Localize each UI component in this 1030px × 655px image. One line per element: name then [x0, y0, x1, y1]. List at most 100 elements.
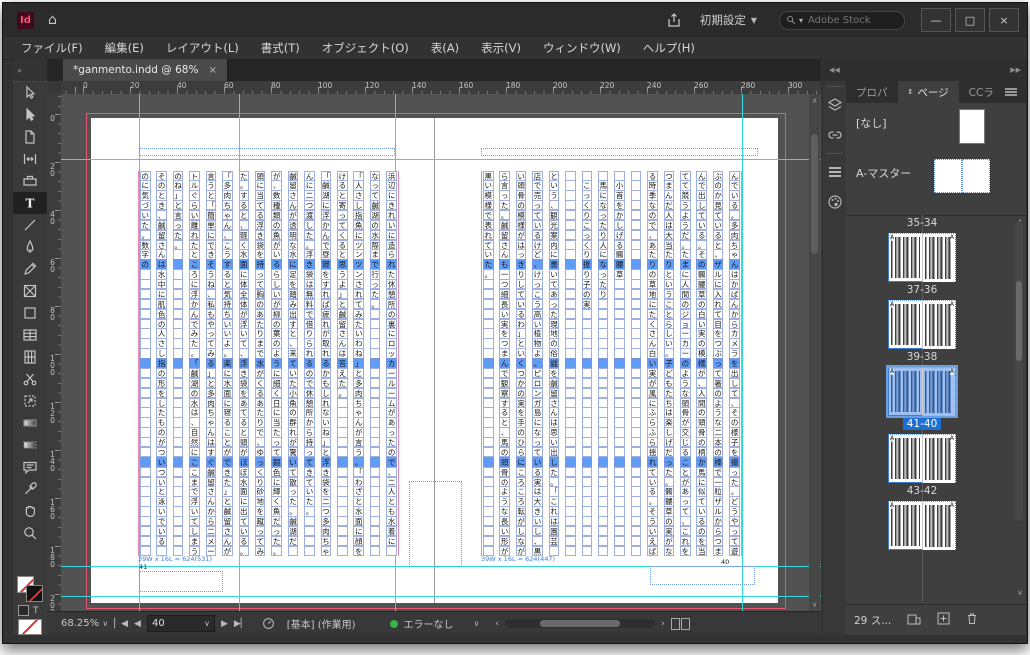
master-none-label[interactable]: [なし] — [856, 115, 887, 131]
tool-pencil[interactable] — [13, 258, 47, 280]
formatting-container-icon[interactable] — [18, 605, 29, 616]
tool-eyedropper[interactable] — [13, 478, 47, 500]
tool-type[interactable]: T — [13, 192, 47, 214]
master-a-label[interactable]: A-マスター — [856, 165, 911, 181]
preflight-profile[interactable]: [基本] (作業用) — [287, 616, 356, 631]
document-tab[interactable]: *ganmento.indd @ 68% × — [63, 59, 228, 81]
scroll-up-icon[interactable]: ∧ — [809, 96, 820, 105]
home-icon[interactable]: ⌂ — [48, 12, 57, 28]
empty-text-frame[interactable] — [409, 481, 462, 567]
scrollbar-thumb[interactable] — [1016, 281, 1022, 361]
next-page-button[interactable]: ▶ — [221, 619, 228, 629]
panel-menu-icon[interactable] — [1004, 81, 1026, 103]
tool-hand[interactable] — [13, 500, 47, 522]
header-text-frame[interactable] — [481, 148, 758, 156]
tool-line[interactable] — [13, 214, 47, 236]
spread-label[interactable]: 37-36 — [846, 284, 998, 296]
vertical-ruler[interactable]: 020406080100120140160180200 — [47, 94, 62, 611]
minimize-button[interactable]: — — [921, 8, 951, 32]
preflight-menu-icon[interactable]: ∨ — [474, 619, 480, 628]
menu-item-7[interactable]: ウィンドウ(W) — [543, 40, 621, 56]
menu-item-3[interactable]: 書式(T) — [261, 40, 300, 56]
prev-page-button[interactable]: ◀ — [134, 619, 141, 629]
spread-thumbnail[interactable]: AA — [888, 367, 956, 416]
horizontal-scrollbar[interactable] — [505, 619, 655, 628]
edit-page-size-icon[interactable] — [907, 613, 921, 628]
spread-label[interactable]: 43-42 — [846, 485, 998, 497]
menu-item-2[interactable]: レイアウト(L) — [166, 40, 239, 56]
tab-properties[interactable]: プロパ — [846, 81, 898, 103]
close-button[interactable]: × — [989, 8, 1019, 32]
guide-vertical[interactable] — [742, 94, 743, 611]
tool-rectangle[interactable] — [13, 302, 47, 324]
new-page-icon[interactable] — [937, 612, 950, 628]
vertical-scrollbar[interactable]: ∧ ∨ — [809, 94, 820, 611]
spread-thumbnail[interactable]: AA — [888, 233, 956, 282]
spread-thumbnail[interactable]: AA — [888, 434, 956, 483]
document-canvas[interactable]: 浜辺にきれいに造られた休憩所の裏にロッカールームがあったので、二人とも水着になっ… — [61, 94, 821, 611]
header-text-frame[interactable] — [139, 148, 395, 156]
formatting-text-icon[interactable]: T — [33, 606, 39, 616]
frame-grid-right-page[interactable]: んでいる。多肉ちゃんはかばんからカメラを出して、その様子を撮った。どうやって遊ぶ… — [481, 171, 742, 556]
first-page-button[interactable]: ▏◀ — [114, 619, 128, 629]
spread-label[interactable]: 39-38 — [846, 351, 998, 363]
links-panel-icon[interactable] — [823, 120, 846, 150]
spread-view-icon[interactable] — [671, 618, 690, 630]
tab-cc-libraries[interactable]: CCラ — [959, 81, 1004, 103]
scroll-right-icon[interactable]: › — [661, 619, 665, 629]
collapse-dock-icon[interactable]: ◀◀ — [829, 66, 840, 74]
tool-content-collector[interactable] — [13, 170, 47, 192]
panel-scroll-down-icon[interactable]: ∨ — [1017, 588, 1023, 597]
maximize-button[interactable]: □ — [955, 8, 985, 32]
tool-selection[interactable] — [13, 82, 47, 104]
tool-direct-selection[interactable] — [13, 104, 47, 126]
scroll-left-icon[interactable]: ‹ — [495, 619, 499, 629]
delete-page-icon[interactable] — [966, 612, 978, 628]
menu-item-1[interactable]: 編集(E) — [105, 40, 144, 56]
tool-horizontal-grid[interactable] — [13, 324, 47, 346]
tab-pages[interactable]: ⇕ ページ — [898, 81, 959, 103]
scrollbar-thumb[interactable] — [540, 620, 620, 627]
frame-grid-left-page[interactable]: 浜辺にきれいに造られた休憩所の裏にロッカールームがあったので、二人とも水着になっ… — [138, 171, 399, 556]
master-none-thumbnail[interactable] — [959, 109, 985, 144]
zoom-level[interactable]: 68.25% ∨ — [61, 618, 108, 629]
tool-note[interactable] — [13, 456, 47, 478]
spread-label[interactable]: 41-40 — [846, 418, 998, 430]
tool-scissors[interactable] — [13, 368, 47, 390]
preflight-icon[interactable] — [262, 617, 275, 630]
menu-item-8[interactable]: ヘルプ(H) — [643, 40, 695, 56]
expand-dock-icon[interactable]: ▶▶ — [1010, 66, 1021, 74]
dock-grip[interactable] — [828, 153, 842, 154]
menu-item-0[interactable]: ファイル(F) — [21, 40, 83, 56]
tool-page[interactable] — [13, 126, 47, 148]
swatches-panel-icon[interactable] — [823, 187, 846, 217]
horizontal-ruler[interactable]: 0204060801001201401601802002202402602803… — [61, 81, 821, 95]
tool-frame[interactable] — [13, 280, 47, 302]
guide-horizontal[interactable] — [61, 159, 821, 160]
spread-thumbnail[interactable]: AA — [888, 300, 956, 349]
ruler-origin-corner[interactable] — [47, 81, 62, 95]
spread-thumbnail[interactable]: AA — [888, 501, 956, 550]
scroll-down-icon[interactable]: ∨ — [809, 600, 820, 609]
page-number-field[interactable]: 40∨ — [147, 615, 215, 632]
share-icon[interactable] — [666, 12, 682, 28]
close-tab-icon[interactable]: × — [208, 65, 216, 76]
search-input[interactable] — [806, 14, 890, 27]
stroke-panel-icon[interactable] — [823, 157, 846, 187]
footer-text-frame[interactable] — [650, 566, 755, 585]
menu-item-6[interactable]: 表示(V) — [481, 40, 521, 56]
stroke-swatch[interactable] — [26, 585, 43, 602]
footer-text-frame[interactable] — [139, 571, 223, 592]
tool-pen[interactable] — [13, 236, 47, 258]
tool-gap[interactable] — [13, 148, 47, 170]
menu-item-4[interactable]: オブジェクト(O) — [322, 40, 409, 56]
tool-zoom[interactable] — [13, 522, 47, 544]
layers-panel-icon[interactable] — [823, 90, 846, 120]
tool-free-transform[interactable] — [13, 390, 47, 412]
tool-gradient[interactable] — [13, 412, 47, 434]
spread-label[interactable]: 35-34 — [846, 217, 998, 229]
menu-item-5[interactable]: 表(A) — [431, 40, 459, 56]
tool-vertical-grid[interactable] — [13, 346, 47, 368]
apply-none-swatch[interactable] — [18, 619, 42, 635]
dock-grip[interactable] — [828, 86, 842, 87]
